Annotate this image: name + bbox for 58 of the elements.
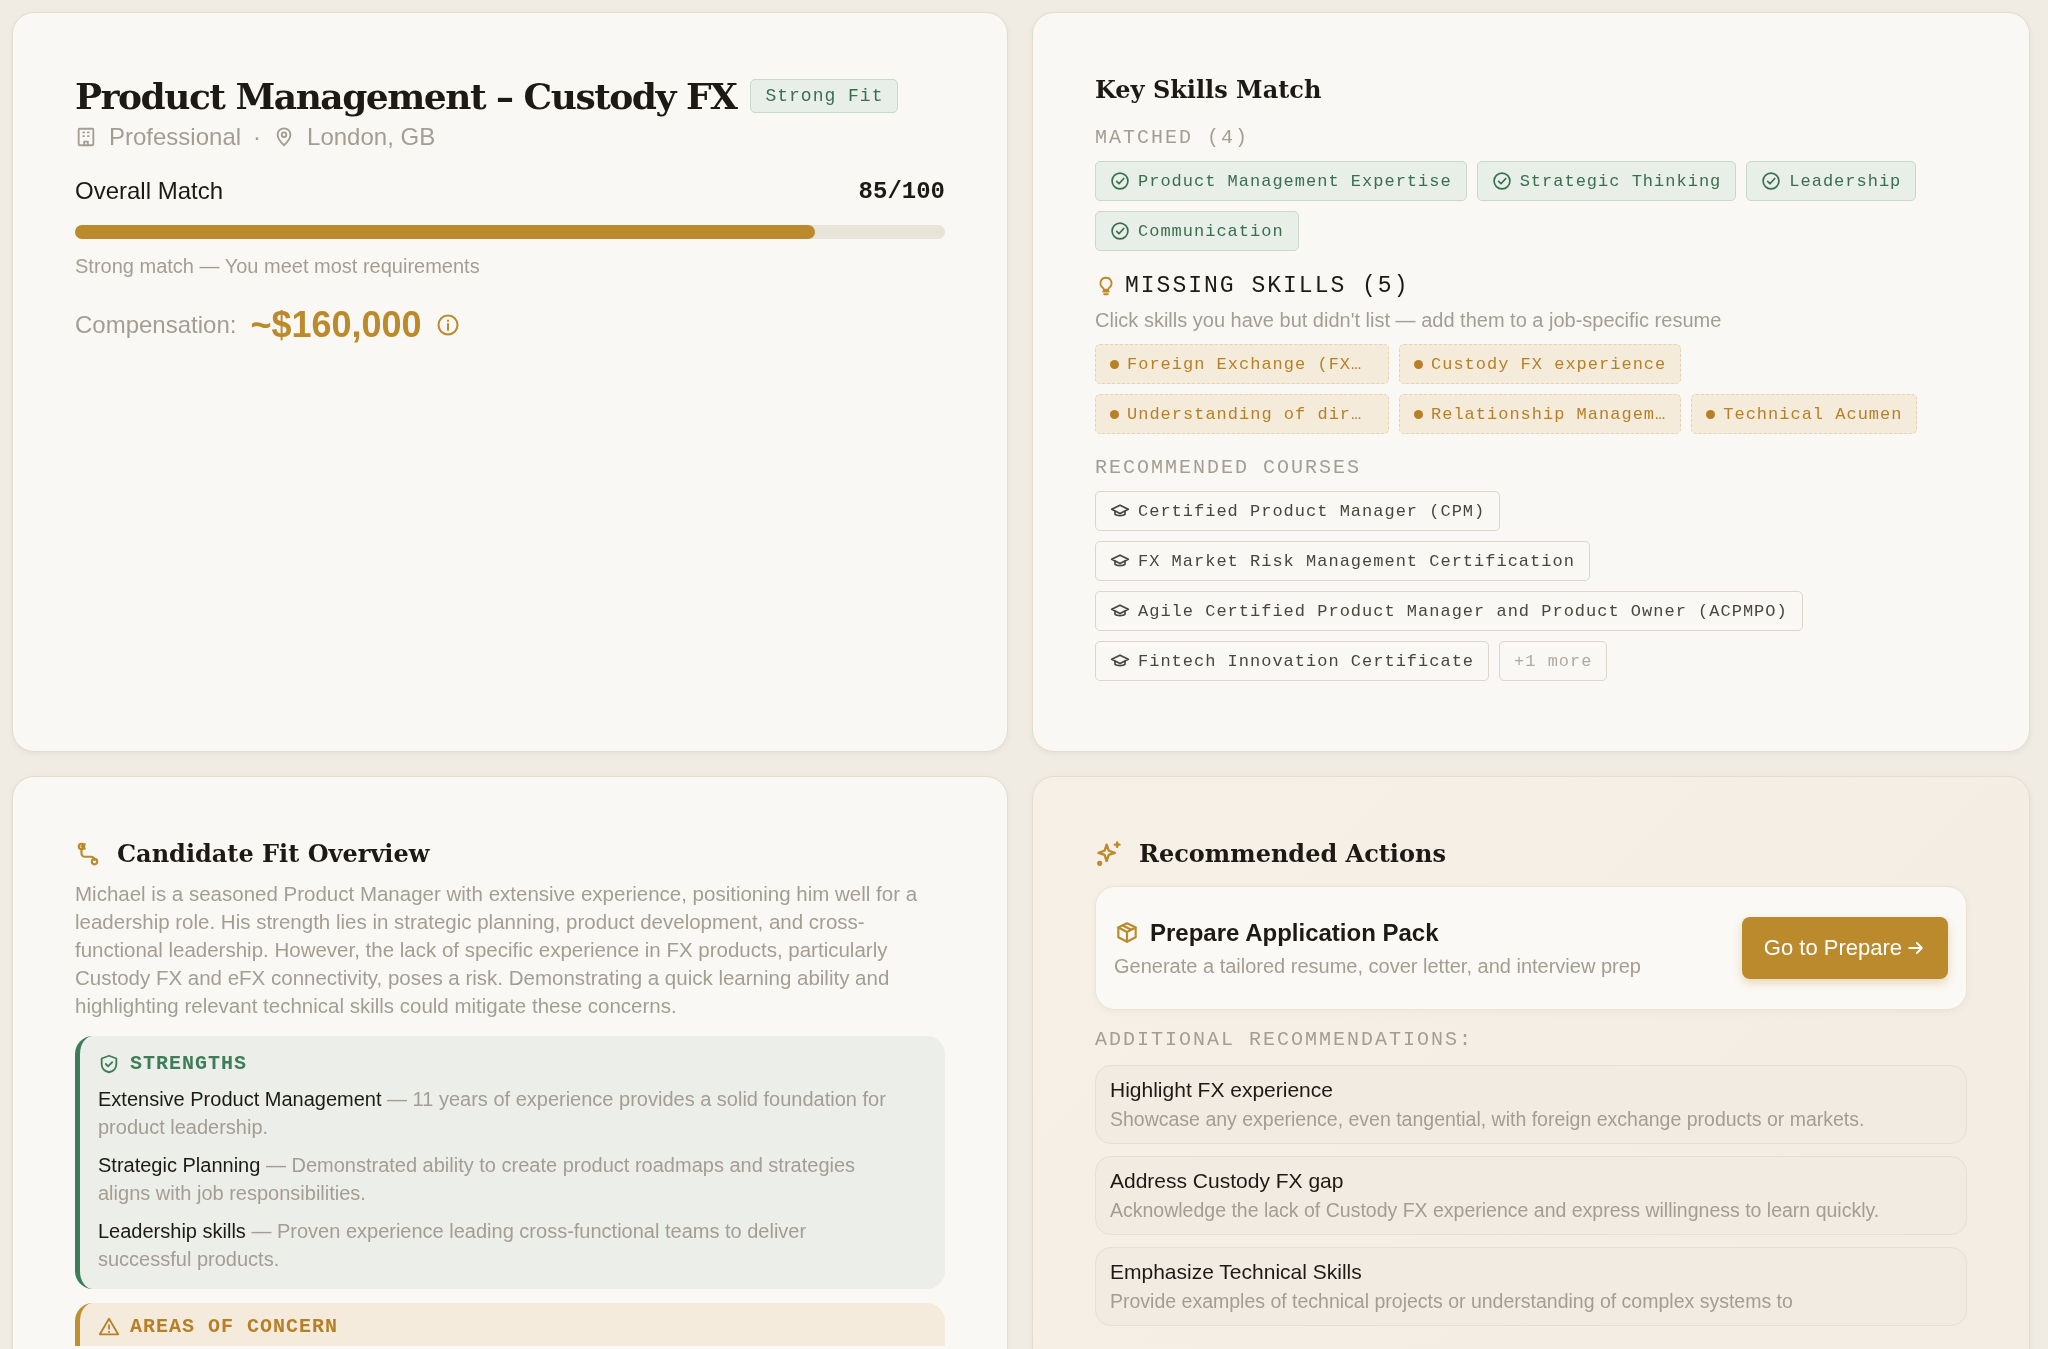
job-level: Professional (109, 123, 242, 151)
missing-skill-tag[interactable]: Custody FX experience (1399, 344, 1682, 384)
job-location: London, GB (307, 123, 436, 151)
info-icon[interactable] (435, 313, 460, 337)
additional-label: ADDITIONAL RECOMMENDATIONS: (1095, 1028, 1475, 1051)
strength-item: Extensive Product Management — 11 years of experience provides a solid foundation for product leadership. (98, 1087, 887, 1140)
compensation-value: ~$160,000 (250, 304, 422, 346)
missing-skill-tag[interactable]: Technical Acumen (1691, 394, 1918, 434)
recommendation-description: Provide examples of technical projects or understanding of complex systems to (1110, 1290, 1794, 1313)
more-courses-button[interactable]: +1 more (1499, 641, 1608, 681)
check-circle-icon (1110, 171, 1130, 191)
recommendation-description: Showcase any experience, even tangential, with foreign exchange products or markets. (1110, 1108, 1866, 1131)
course-tag: Certified Product Manager (CPM) (1095, 491, 1501, 531)
missing-skills-label: MISSING SKILLS (5) (1125, 273, 1410, 299)
course-tag: Fintech Innovation Certificate (1095, 641, 1490, 681)
section-title: Key Skills Match (1095, 75, 1323, 104)
job-title: Product Management – Custody FX (75, 75, 737, 117)
package-icon (1114, 919, 1140, 946)
matched-skill-tag: Strategic Thinking (1476, 161, 1737, 201)
match-note: Strong match — You meet most requirements (75, 255, 481, 278)
strengths-title: STRENGTHS (130, 1052, 248, 1075)
section-title: Candidate Fit Overview (117, 839, 430, 868)
matched-skill-tag: Leadership (1746, 161, 1917, 201)
check-circle-icon (1761, 171, 1782, 191)
strength-item: Strategic Planning — Demonstrated ability to create product roadmaps and strategies aligns with job responsibilities. (98, 1153, 857, 1206)
concerns-title: AREAS OF CONCERN (130, 1315, 339, 1338)
warning-icon (98, 1315, 120, 1338)
section-title: Recommended Actions (1139, 839, 1446, 868)
match-score: 85/100 (858, 177, 945, 205)
summary-paragraph: Michael is a seasoned Product Manager with extensive experience, positioning him well for a leadership role. His strength lies in strategic planning, product development, and cross-functional leadership. However, the lack of specific experience in FX products, particularly Custody FX and eFX connectivity, poses a risk. Demonstrating a quick learning ability and highlighting relevant technical skills could mitigate these concerns. (75, 881, 919, 1019)
building-icon (75, 126, 97, 148)
recommendation-title: Address Custody FX gap (1110, 1169, 1345, 1193)
recommendation-title: Highlight FX experience (1110, 1078, 1334, 1102)
compensation-label: Compensation: (75, 311, 237, 339)
check-circle-icon (1110, 221, 1130, 241)
pack-description: Generate a tailored resume, cover letter, and interview prep (1114, 954, 1641, 978)
matched-label: MATCHED (4) (1095, 126, 1251, 149)
matched-skill-tag: Product Management Expertise (1095, 161, 1467, 201)
pack-title: Prepare Application Pack (1150, 918, 1439, 947)
go-to-prepare-button[interactable]: Go to Prepare (1741, 917, 1948, 979)
missing-skill-tag[interactable]: Foreign Exchange (FX… (1095, 344, 1389, 384)
missing-skills-hint: Click skills you have but didn't list — add them to a job-specific resume (1095, 309, 1723, 332)
route-icon (75, 840, 101, 867)
match-label: Overall Match (75, 177, 224, 205)
shield-check-icon (98, 1052, 120, 1075)
strength-item: Leadership skills — Proven experience leading cross-functional teams to deliver successful products. (98, 1219, 808, 1272)
matched-skill-tag: Communication (1095, 211, 1299, 251)
course-tag: Agile Certified Product Manager and Product Owner (ACPMPO) (1095, 591, 1803, 631)
missing-skill-tag[interactable]: Understanding of dir… (1095, 394, 1389, 434)
fit-badge: Strong Fit (750, 79, 899, 113)
courses-label: RECOMMENDED COURSES (1095, 456, 1363, 479)
check-circle-icon (1491, 171, 1512, 191)
separator-dot: · (253, 123, 262, 151)
course-tag: FX Market Risk Management Certification (1095, 541, 1590, 581)
missing-skill-tag[interactable]: Relationship Managem… (1399, 394, 1682, 434)
recommendation-description: Acknowledge the lack of Custody FX experience and express willingness to learn quickly. (1110, 1199, 1881, 1222)
recommendation-title: Emphasize Technical Skills (1110, 1260, 1363, 1284)
sparkles-icon (1095, 839, 1123, 868)
